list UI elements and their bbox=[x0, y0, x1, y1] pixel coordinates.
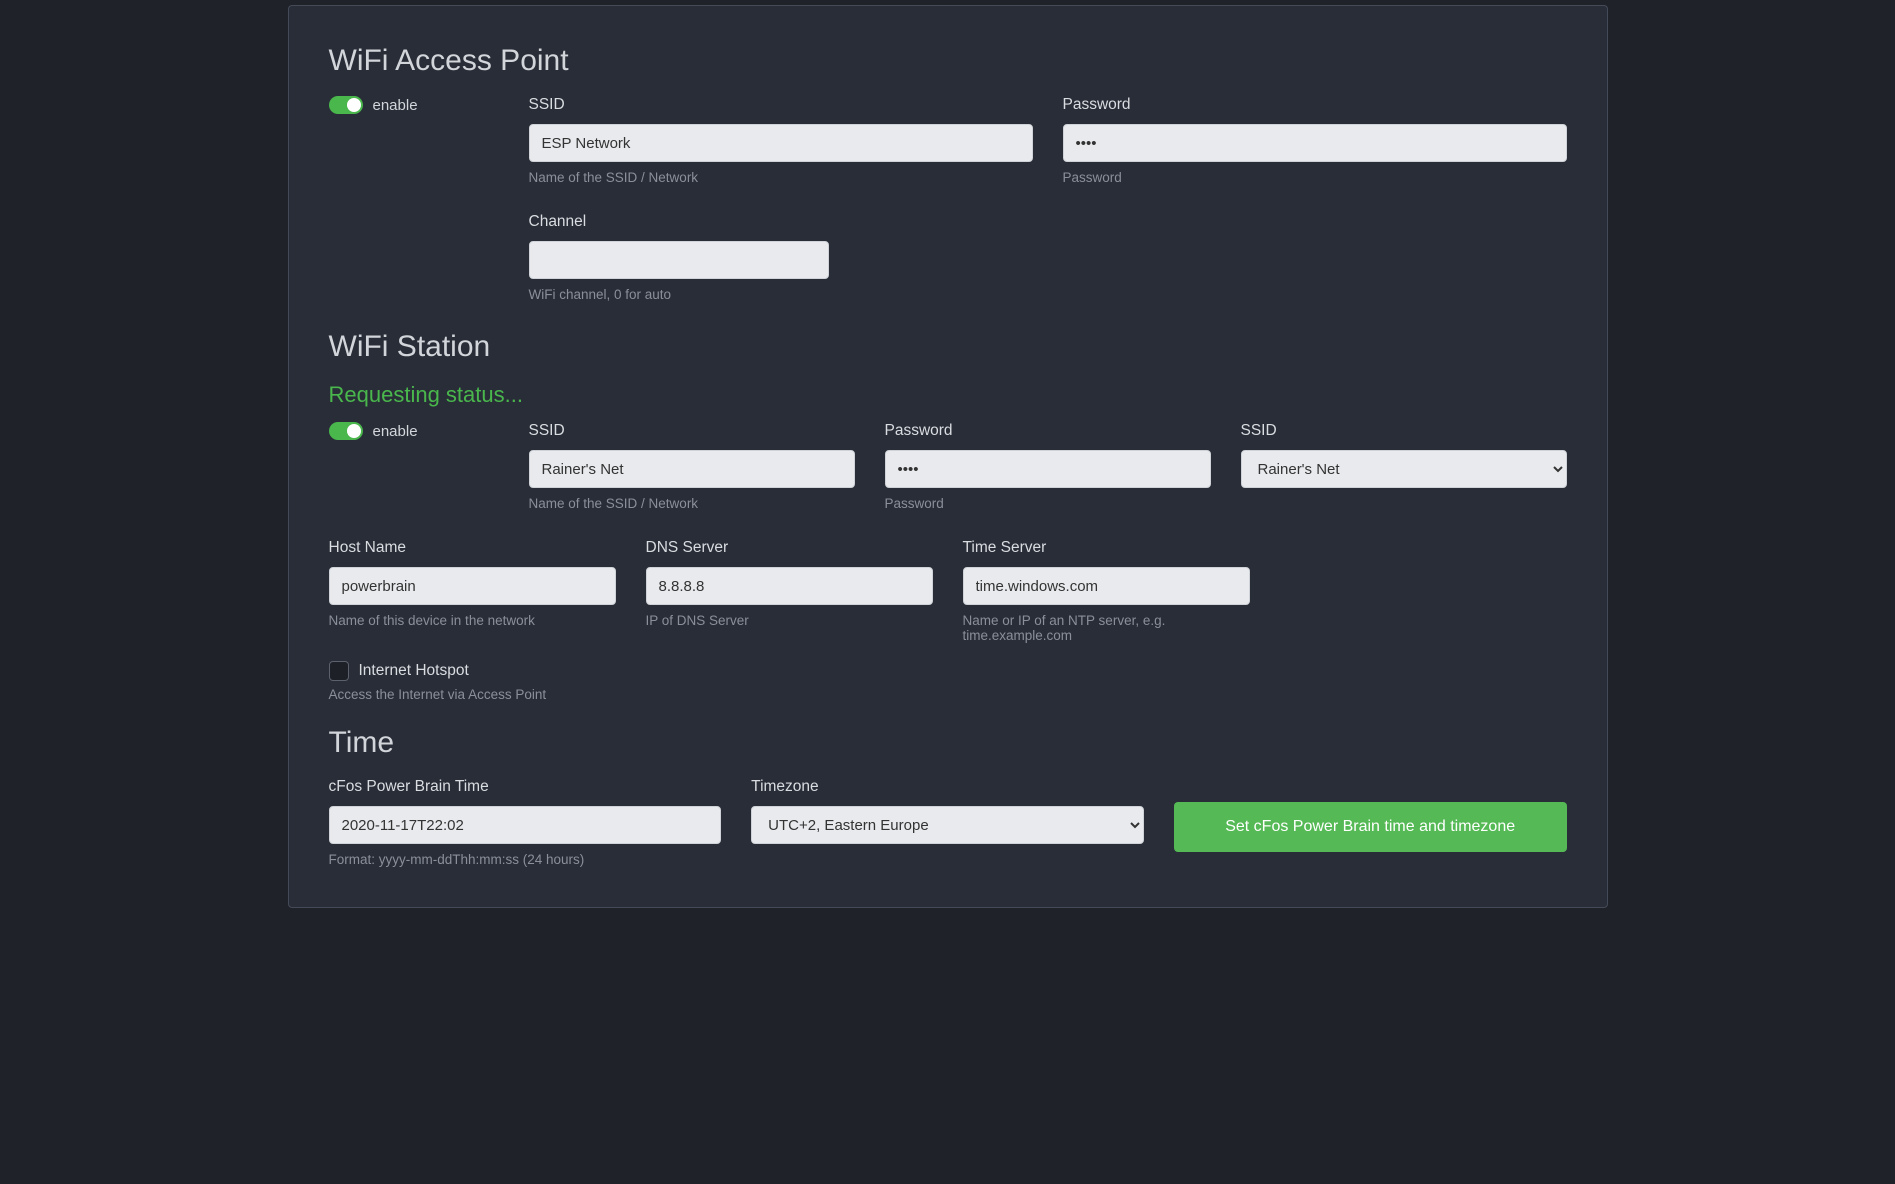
host-input[interactable] bbox=[329, 567, 616, 605]
station-ssid-select[interactable]: Rainer's Net bbox=[1241, 450, 1567, 488]
pbtime-label: cFos Power Brain Time bbox=[329, 778, 722, 796]
set-time-button[interactable]: Set cFos Power Brain time and timezone bbox=[1174, 802, 1567, 852]
ap-password-input[interactable] bbox=[1063, 124, 1567, 162]
toggle-knob bbox=[347, 98, 361, 112]
dns-hint: IP of DNS Server bbox=[646, 613, 933, 628]
hotspot-hint: Access the Internet via Access Point bbox=[329, 687, 1567, 702]
dns-input[interactable] bbox=[646, 567, 933, 605]
pbtime-hint: Format: yyyy-mm-ddThh:mm:ss (24 hours) bbox=[329, 852, 722, 867]
ap-ssid-label: SSID bbox=[529, 96, 1033, 114]
toggle-knob bbox=[347, 424, 361, 438]
station-ssid-hint: Name of the SSID / Network bbox=[529, 496, 855, 511]
tz-label: Timezone bbox=[751, 778, 1144, 796]
station-password-input[interactable] bbox=[885, 450, 1211, 488]
station-enable-toggle[interactable] bbox=[329, 422, 363, 440]
dns-label: DNS Server bbox=[646, 539, 933, 557]
ap-channel-hint: WiFi channel, 0 for auto bbox=[529, 287, 1033, 302]
station-password-hint: Password bbox=[885, 496, 1211, 511]
ap-ssid-input[interactable] bbox=[529, 124, 1033, 162]
ap-ssid-hint: Name of the SSID / Network bbox=[529, 170, 1033, 185]
timeserver-label: Time Server bbox=[963, 539, 1250, 557]
station-enable-label: enable bbox=[373, 423, 418, 440]
ap-enable-toggle[interactable] bbox=[329, 96, 363, 114]
pbtime-input[interactable] bbox=[329, 806, 722, 844]
station-password-label: Password bbox=[885, 422, 1211, 440]
time-heading: Time bbox=[329, 726, 1567, 760]
host-hint: Name of this device in the network bbox=[329, 613, 616, 628]
tz-select[interactable]: UTC+2, Eastern Europe bbox=[751, 806, 1144, 844]
ap-heading: WiFi Access Point bbox=[329, 44, 1567, 78]
station-ssid-input[interactable] bbox=[529, 450, 855, 488]
station-status: Requesting status... bbox=[329, 382, 1567, 408]
config-panel: WiFi Access Point enable SSID Name of th… bbox=[288, 5, 1608, 908]
ap-password-hint: Password bbox=[1063, 170, 1567, 185]
hotspot-label: Internet Hotspot bbox=[359, 662, 469, 680]
ap-channel-label: Channel bbox=[529, 213, 1033, 231]
station-ssid-label: SSID bbox=[529, 422, 855, 440]
station-heading: WiFi Station bbox=[329, 330, 1567, 364]
ap-enable-label: enable bbox=[373, 97, 418, 114]
timeserver-input[interactable] bbox=[963, 567, 1250, 605]
ap-password-label: Password bbox=[1063, 96, 1567, 114]
ap-channel-input[interactable] bbox=[529, 241, 829, 279]
hotspot-checkbox[interactable] bbox=[329, 661, 349, 681]
host-label: Host Name bbox=[329, 539, 616, 557]
station-ssid-select-label: SSID bbox=[1241, 422, 1567, 440]
timeserver-hint: Name or IP of an NTP server, e.g. time.e… bbox=[963, 613, 1250, 643]
